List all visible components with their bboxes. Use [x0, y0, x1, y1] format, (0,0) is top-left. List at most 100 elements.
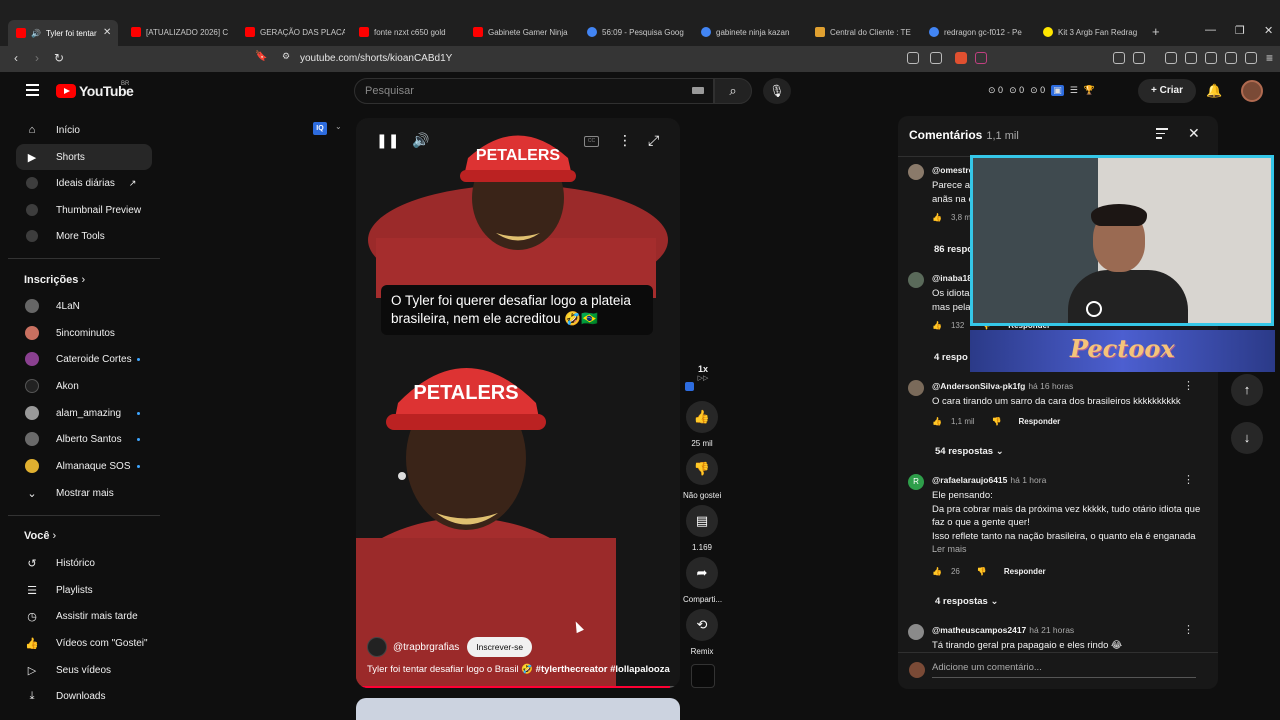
menu-icon[interactable]: ≡ — [1266, 51, 1273, 65]
search-input[interactable]: Pesquisar — [354, 78, 714, 104]
tab[interactable]: gabinete ninja kazan — [701, 22, 801, 42]
sidebar-item-shorts[interactable]: ▶ Shorts — [16, 144, 152, 170]
thumbs-up-icon[interactable]: 👍 — [932, 321, 942, 330]
brave-shield-icon[interactable] — [955, 52, 967, 64]
subscription-item[interactable]: alam_amazing — [16, 400, 152, 426]
thumbs-down-icon[interactable]: 👎 — [992, 417, 1002, 426]
reply-button[interactable]: Responder — [1004, 567, 1046, 576]
thumbs-up-icon[interactable]: 👍 — [932, 417, 942, 426]
next-video-preview[interactable] — [356, 698, 680, 720]
sidebar-item-thumbnail-preview[interactable]: Thumbnail Preview — [16, 197, 152, 223]
more-options-icon[interactable]: ⋮ — [1183, 473, 1194, 486]
fullscreen-icon[interactable]: ⤢ — [648, 132, 659, 149]
avatar[interactable] — [908, 380, 924, 396]
add-comment-input[interactable]: Adicione um comentário... — [932, 662, 1196, 678]
previous-short-button[interactable]: ↑ — [1231, 374, 1263, 406]
progress-bar[interactable] — [356, 686, 680, 688]
site-info-icon[interactable]: ⚙ — [282, 51, 290, 62]
you-heading[interactable]: Você › — [24, 530, 56, 542]
more-options-icon[interactable]: ⋮ — [1183, 623, 1194, 636]
hamburger-menu-icon[interactable] — [26, 84, 39, 99]
tab[interactable]: Central do Cliente : TE — [815, 22, 915, 42]
show-more-button[interactable]: ⌄ Mostrar mais — [16, 480, 152, 506]
tab[interactable]: fonte nzxt c650 gold — [359, 22, 459, 42]
captions-icon[interactable]: CC — [584, 136, 599, 147]
sidebar-item-playlists[interactable]: ☰ Playlists — [16, 577, 152, 603]
tab[interactable]: 56:09 - Pesquisa Goog — [587, 22, 687, 42]
reload-icon[interactable]: ↻ — [54, 51, 64, 65]
avatar[interactable] — [908, 272, 924, 288]
subscription-item[interactable]: Akon — [16, 373, 152, 399]
comment-author[interactable]: @inaba18 — [932, 273, 972, 283]
subscription-item[interactable]: Alberto Santos — [16, 426, 152, 452]
notifications-icon[interactable]: 🔔 — [1206, 83, 1222, 99]
sidebar-item-more-tools[interactable]: More Tools — [16, 223, 152, 249]
channel-logo[interactable] — [691, 664, 715, 688]
remix-button[interactable]: ⟲ Remix — [683, 609, 721, 656]
replies-toggle[interactable]: 4 respo — [934, 352, 968, 363]
thumbs-down-icon[interactable]: 👎 — [977, 567, 987, 576]
avatar[interactable]: R — [908, 474, 924, 490]
sidebar-item-home[interactable]: ⌂ Início — [16, 117, 152, 143]
search-button[interactable]: ⌕ — [714, 78, 752, 104]
wallet-icon[interactable] — [1205, 52, 1217, 64]
channel-avatar[interactable] — [367, 637, 387, 657]
forward-icon[interactable]: › — [35, 51, 39, 65]
thumbs-up-icon[interactable]: 👍 — [932, 213, 942, 222]
vpn-icon[interactable] — [1245, 52, 1257, 64]
bookmark-icon[interactable]: 🔖 — [255, 51, 267, 62]
restore-icon[interactable]: ❐ — [1235, 24, 1245, 37]
tab-close-icon[interactable]: ✕ — [103, 27, 111, 38]
read-more-link[interactable]: Ler mais — [932, 544, 967, 554]
sidebar-icon[interactable] — [1185, 52, 1197, 64]
sidebar-item-ideias[interactable]: Ideais diárias ↗ — [16, 170, 152, 196]
avatar[interactable] — [908, 164, 924, 180]
tab-active[interactable]: 🔊 Tyler foi tentar — [8, 20, 118, 46]
comment-author[interactable]: @matheuscampos2417 há 21 horas — [932, 625, 1074, 635]
next-short-button[interactable]: ↓ — [1231, 422, 1263, 454]
channel-name[interactable]: @trapbrgrafias — [393, 642, 459, 653]
comment-author[interactable]: @rafaelaraujo6415 há 1 hora — [932, 475, 1046, 485]
dislike-button[interactable]: 👎 Não gostei — [683, 453, 721, 500]
tab[interactable]: [ATUALIZADO 2026] C — [131, 22, 231, 42]
create-button[interactable]: + Criar — [1138, 79, 1196, 103]
more-options-icon[interactable]: ⋮ — [1183, 379, 1194, 392]
comment-author[interactable]: @AndersonSilva-pk1fg há 16 horas — [932, 381, 1073, 391]
replies-toggle[interactable]: 86 respo — [934, 244, 973, 255]
tab[interactable]: redragon gc-f012 - Pe — [929, 22, 1029, 42]
extension-stats[interactable]: ⊙ 0 ⊙ 0 ⊙ 0 ▣ ☰ 🏆 — [988, 85, 1095, 96]
more-options-icon[interactable]: ⋮ — [618, 132, 632, 149]
rewards-icon[interactable] — [975, 52, 987, 64]
tab[interactable]: Gabinete Gamer Ninja — [473, 22, 573, 42]
music-icon[interactable] — [1165, 52, 1177, 64]
subscription-item[interactable]: 4LaN — [16, 293, 152, 319]
extension-icon[interactable] — [907, 52, 919, 64]
share-button[interactable]: ➦ Comparti... — [683, 557, 722, 604]
avatar[interactable] — [908, 624, 924, 640]
subscribe-button[interactable]: Inscrever-se — [467, 637, 533, 657]
sort-icon[interactable] — [1156, 128, 1168, 142]
new-tab-icon[interactable]: + — [1152, 24, 1160, 39]
address-bar[interactable]: youtube.com/shorts/kioanCABd1Y — [300, 53, 452, 64]
close-icon[interactable]: ✕ — [1188, 125, 1200, 142]
close-window-icon[interactable]: ✕ — [1264, 24, 1273, 37]
replies-toggle[interactable]: 4 respostas ⌄ — [935, 596, 998, 607]
pause-icon[interactable]: ❚❚ — [376, 132, 399, 149]
sidebar-item-history[interactable]: ↺ Histórico — [16, 550, 152, 576]
keyboard-icon[interactable] — [692, 87, 704, 94]
comments-button[interactable]: ▤ 1.169 — [683, 505, 721, 552]
voice-search-button[interactable]: 🎙 — [763, 78, 791, 104]
tab[interactable]: Kit 3 Argb Fan Redrag — [1043, 22, 1143, 42]
replies-toggle[interactable]: 54 respostas ⌄ — [935, 446, 1004, 457]
sidebar-item-watch-later[interactable]: ◷ Assistir mais tarde — [16, 603, 152, 629]
extension-icon[interactable] — [1133, 52, 1145, 64]
video-title[interactable]: Tyler foi tentar desafiar logo o Brasil … — [367, 664, 670, 675]
extension-badge[interactable]: IQ — [313, 122, 327, 135]
subscription-item[interactable]: 5incominutos — [16, 320, 152, 346]
minimize-icon[interactable]: — — [1205, 24, 1216, 36]
ai-icon[interactable] — [1225, 52, 1237, 64]
shorts-player[interactable]: PETALERS PETALERS ❚❚ 🔊 CC ⋮ ⤢ O Tyler fo… — [356, 118, 680, 688]
extension-icon[interactable] — [1113, 52, 1125, 64]
thumbs-up-icon[interactable]: 👍 — [932, 567, 942, 576]
sidebar-item-your-videos[interactable]: ▷ Seus vídeos — [16, 657, 152, 683]
